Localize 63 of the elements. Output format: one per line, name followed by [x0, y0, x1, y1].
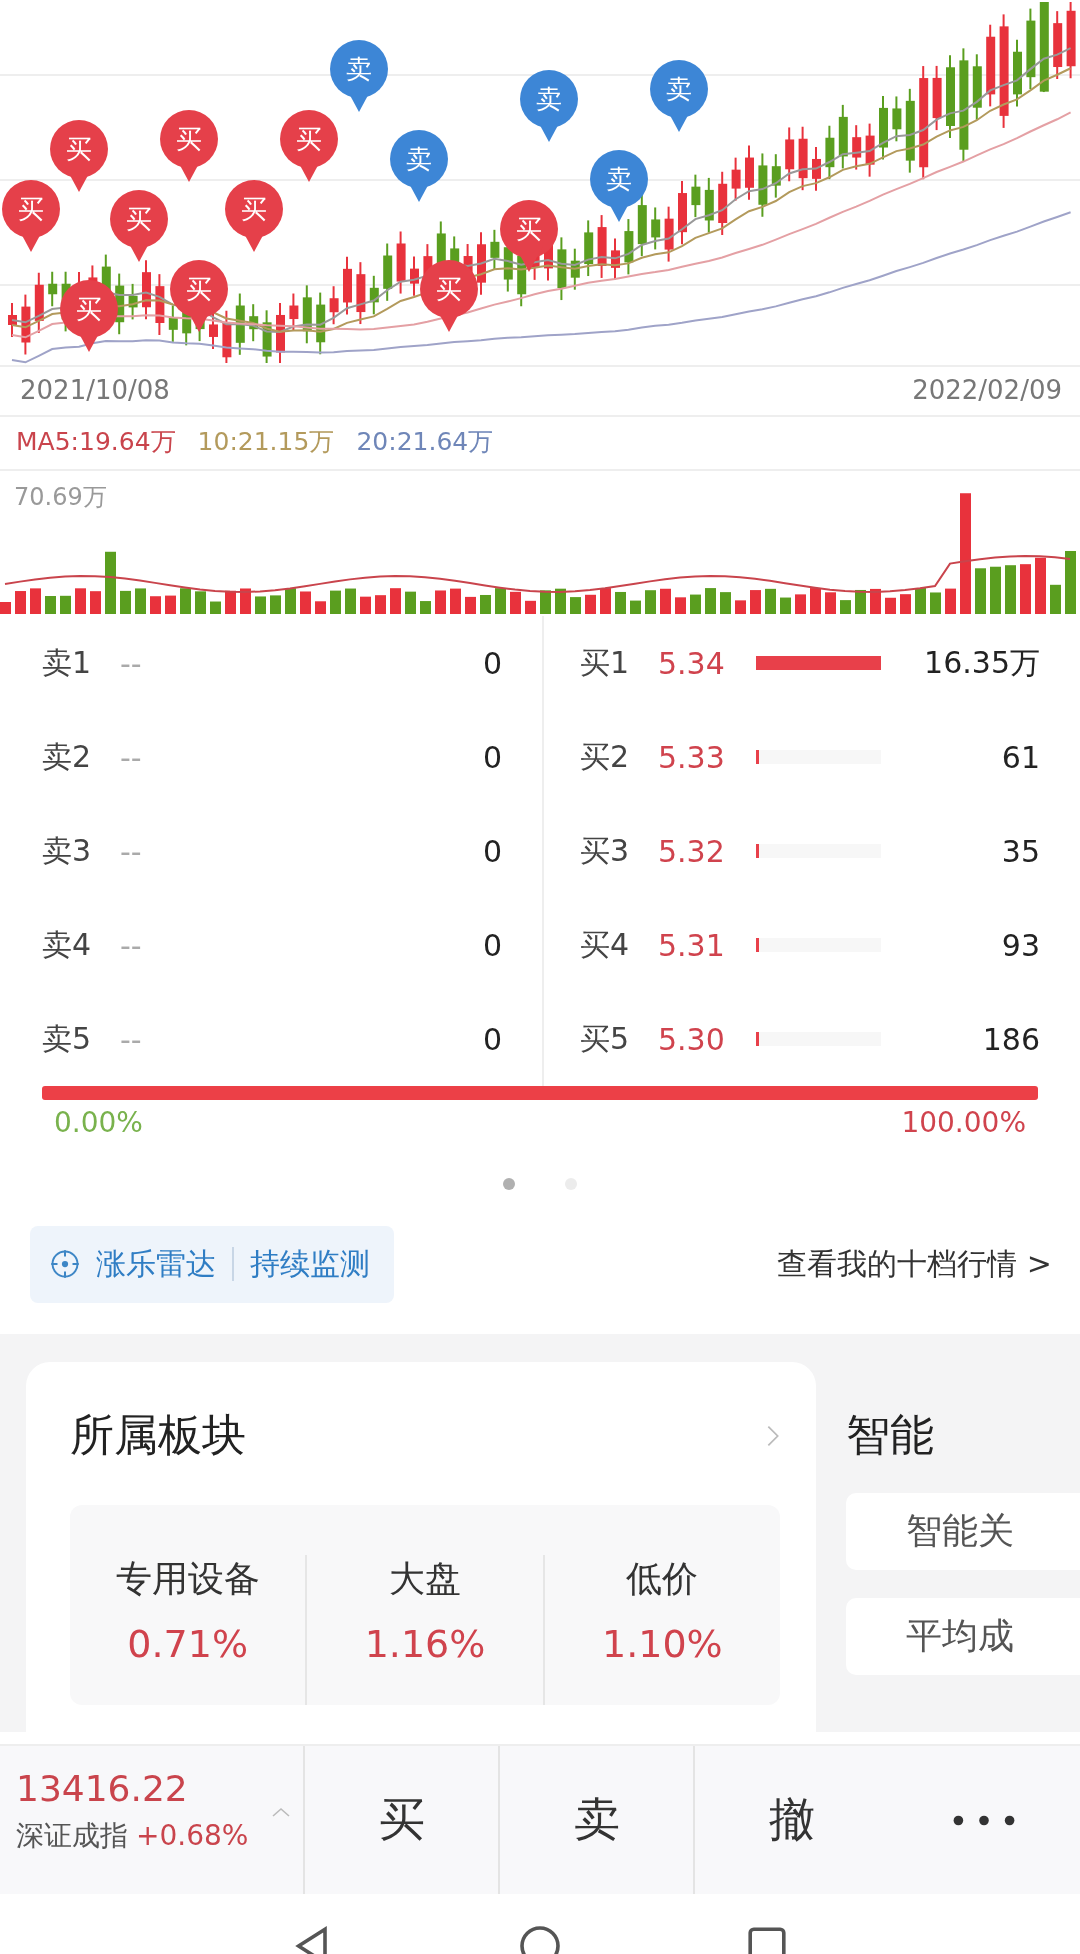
index-value: 13416.22: [16, 1768, 189, 1809]
price-text: --: [120, 645, 143, 681]
sector-name[interactable]: 低价: [626, 1555, 699, 1604]
trade-button[interactable]: 撤: [748, 1779, 835, 1861]
sector-change: 0.71%: [127, 1622, 248, 1666]
order-level-label: 卖3: [42, 831, 93, 870]
order-level-label: 卖2: [42, 737, 93, 776]
order-level-label: 买5: [580, 1019, 631, 1058]
order-level-label: 买4: [580, 925, 631, 964]
buy-ratio-text: 100.00%: [901, 1106, 1026, 1141]
sector-name[interactable]: 大盘: [389, 1555, 461, 1604]
target-icon: [50, 1249, 80, 1279]
price-text: 5.32: [658, 833, 726, 869]
smart-row-label: 智能关: [906, 1510, 1014, 1551]
trade-button[interactable]: 买: [358, 1779, 445, 1861]
index-name: 深证成指: [16, 1819, 128, 1852]
card-title: 所属板块: [70, 1408, 246, 1462]
volume-text: 61: [1001, 739, 1040, 775]
price-text: 5.34: [658, 645, 726, 681]
moving-average-label: 10:21.15万: [197, 426, 335, 458]
volume-text: 16.35万: [924, 643, 1040, 682]
price-text: --: [120, 927, 143, 963]
radar-link[interactable]: 涨乐雷达: [96, 1243, 216, 1285]
volume-text: 0: [482, 833, 502, 869]
order-level-label: 买1: [580, 643, 631, 682]
moving-average-label: MA5:19.64万: [16, 426, 176, 458]
volume-max-label: 70.69万: [14, 482, 107, 513]
monitor-link[interactable]: 持续监测: [250, 1243, 370, 1285]
sell-ratio-text: 0.00%: [54, 1106, 143, 1141]
order-level-label: 买2: [580, 737, 631, 776]
trade-button[interactable]: 卖: [553, 1779, 640, 1861]
smart-row[interactable]: 平均成: [846, 1598, 1080, 1675]
price-text: --: [120, 739, 143, 775]
smart-row[interactable]: 智能关: [846, 1493, 1080, 1570]
moving-average-label: 20:21.64万: [356, 426, 494, 458]
date-label: 2022/02/09: [912, 375, 1062, 407]
order-level-label: 卖4: [42, 925, 93, 964]
index-change: +0.68%: [136, 1819, 249, 1852]
sector-name[interactable]: 专用设备: [115, 1555, 260, 1604]
price-text: 5.33: [658, 739, 726, 775]
volume-text: 0: [482, 739, 502, 775]
price-text: --: [120, 1021, 143, 1057]
volume-text: 0: [482, 1021, 502, 1057]
order-level-label: 卖5: [42, 1019, 93, 1058]
volume-text: 186: [982, 1021, 1040, 1057]
page-indicator-dot[interactable]: [503, 1178, 515, 1190]
index-ticker[interactable]: 13416.22 深证成指 +0.68%: [0, 1746, 306, 1894]
card-title: 智能: [846, 1408, 935, 1462]
price-text: --: [120, 833, 143, 869]
order-level-label: 卖1: [42, 643, 93, 682]
volume-text: 0: [482, 927, 502, 963]
date-label: 2021/10/08: [20, 375, 170, 407]
ten-level-link[interactable]: 查看我的十档行情 >: [777, 1243, 1052, 1285]
price-text: 5.31: [658, 927, 726, 963]
sector-change: 1.16%: [364, 1622, 486, 1666]
order-level-label: 买3: [580, 831, 631, 870]
smart-row-label: 平均成: [906, 1615, 1014, 1656]
volume-text: 93: [1001, 927, 1040, 963]
more-icon[interactable]: [952, 1813, 1017, 1827]
price-text: 5.30: [658, 1021, 726, 1057]
volume-text: 35: [1001, 833, 1040, 869]
sector-change: 1.10%: [601, 1622, 723, 1666]
volume-text: 0: [482, 645, 502, 681]
